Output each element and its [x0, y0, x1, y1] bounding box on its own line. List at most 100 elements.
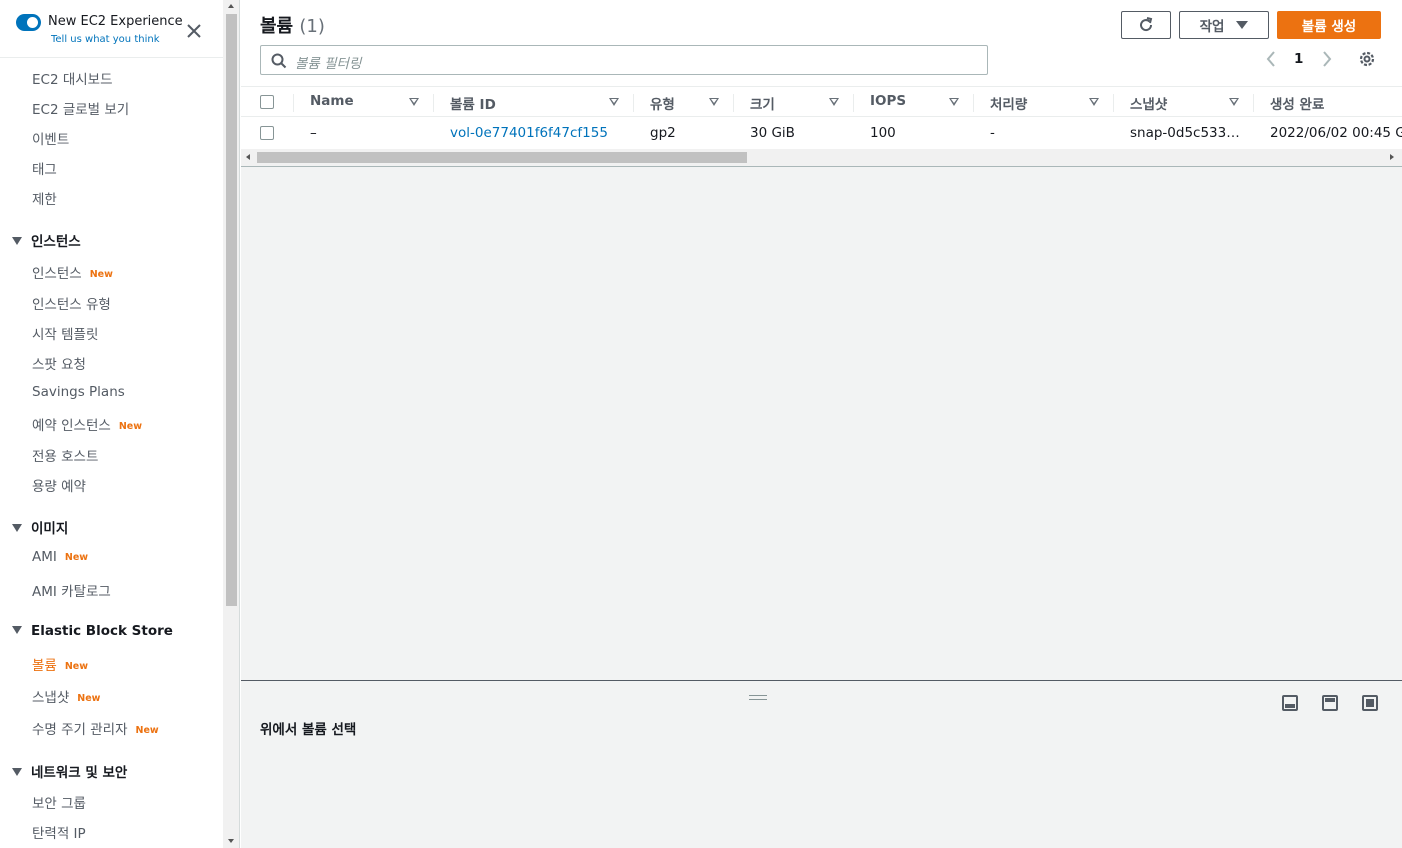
sidebar-item-ami[interactable]: AMI New [32, 549, 88, 565]
cell-throughput: - [990, 125, 995, 141]
ec2-console: New EC2 Experience Tell us what you thin… [0, 0, 1402, 848]
sidebar-item-label: 예약 인스턴스 [32, 418, 111, 434]
gear-icon[interactable] [1357, 49, 1377, 69]
sidebar-item-ec2-global-view[interactable]: EC2 글로벌 보기 [32, 98, 129, 118]
caret-down-icon [12, 237, 22, 245]
actions-dropdown-button[interactable]: 작업 [1179, 11, 1269, 39]
section-label: 이미지 [31, 521, 69, 537]
sidebar-item-instances[interactable]: 인스턴스 New [32, 262, 113, 282]
sort-icon[interactable] [409, 98, 419, 106]
sidebar-item-capacity-reservations[interactable]: 용량 예약 [32, 475, 86, 495]
sidebar-item-events[interactable]: 이벤트 [32, 128, 69, 148]
sidebar-section-images[interactable]: 이미지 [12, 517, 68, 537]
sidebar-item-lifecycle-manager[interactable]: 수명 주기 관리자 New [32, 718, 159, 738]
sidebar-item-tags[interactable]: 태그 [32, 158, 57, 178]
column-header-name[interactable]: Name [294, 87, 434, 118]
split-panel-title: 위에서 볼륨 선택 [260, 722, 357, 738]
icon-fill [1366, 699, 1374, 707]
scroll-right-icon[interactable] [1390, 154, 1394, 160]
sort-icon[interactable] [949, 98, 959, 106]
column-label: Name [310, 93, 354, 109]
column-label: 처리량 [990, 97, 1028, 113]
sidebar-section-ebs[interactable]: Elastic Block Store [12, 623, 173, 639]
select-all-checkbox[interactable] [260, 95, 274, 109]
split-side-icon[interactable] [1322, 695, 1338, 711]
cell-size: 30 GiB [750, 125, 795, 141]
create-volume-button[interactable]: 볼륨 생성 [1277, 11, 1381, 39]
close-icon[interactable] [184, 21, 204, 41]
column-label: 생성 완료 [1270, 97, 1325, 113]
sidebar-item-snapshots[interactable]: 스냅샷 New [32, 686, 100, 706]
sidebar-item-security-groups[interactable]: 보안 그룹 [32, 792, 86, 812]
column-header-created[interactable]: 생성 완료 [1254, 87, 1402, 118]
column-header-volume-id[interactable]: 볼륨 ID [434, 87, 634, 118]
search-input[interactable]: 볼륨 필터링 [260, 45, 988, 75]
column-label: 크기 [750, 97, 775, 113]
sidebar-item-label: 스냅샷 [32, 690, 70, 706]
new-experience-header: New EC2 Experience Tell us what you thin… [0, 0, 223, 58]
page-title-text: 볼륨 [260, 16, 294, 37]
cell-name: – [310, 125, 317, 141]
sidebar-item-elastic-ips[interactable]: 탄력적 IP [32, 822, 86, 842]
sidebar: New EC2 Experience Tell us what you thin… [0, 0, 223, 848]
feedback-link[interactable]: Tell us what you think [51, 34, 160, 45]
new-experience-title: New EC2 Experience [48, 14, 183, 29]
new-experience-toggle[interactable] [16, 14, 41, 31]
sidebar-item-savings-plans[interactable]: Savings Plans [32, 384, 125, 400]
table-row[interactable]: – vol-0e77401f6f47cf155 gp2 30 GiB 100 -… [241, 117, 1402, 149]
select-all-column [241, 87, 294, 118]
cell-volume-id-link[interactable]: vol-0e77401f6f47cf155 [450, 125, 608, 141]
refresh-button[interactable] [1121, 11, 1171, 39]
current-page-number[interactable]: 1 [1294, 51, 1303, 67]
volume-count: (1) [299, 16, 325, 37]
sidebar-item-volumes[interactable]: 볼륨 New [32, 654, 88, 674]
sidebar-item-label: AMI [32, 549, 57, 565]
sidebar-item-spot-requests[interactable]: 스팟 요청 [32, 353, 86, 373]
column-header-throughput[interactable]: 처리량 [974, 87, 1114, 118]
caret-down-icon [12, 626, 22, 634]
sort-icon[interactable] [829, 98, 839, 106]
column-label: IOPS [870, 93, 907, 109]
column-header-size[interactable]: 크기 [734, 87, 854, 118]
column-label: 스냅샷 [1130, 97, 1168, 113]
scroll-up-icon[interactable] [228, 4, 234, 8]
sort-icon[interactable] [1229, 98, 1239, 106]
new-badge: New [64, 661, 89, 672]
split-bottom-icon[interactable] [1282, 695, 1298, 711]
caret-down-icon [12, 524, 22, 532]
scroll-left-icon[interactable] [246, 154, 250, 160]
scroll-down-icon[interactable] [228, 839, 234, 843]
sidebar-item-ami-catalog[interactable]: AMI 카탈로그 [32, 580, 111, 600]
sort-icon[interactable] [709, 98, 719, 106]
sort-icon[interactable] [1089, 98, 1099, 106]
drag-handle-icon[interactable] [749, 695, 767, 701]
sidebar-section-instances[interactable]: 인스턴스 [12, 230, 81, 250]
sidebar-item-dedicated-hosts[interactable]: 전용 호스트 [32, 445, 98, 465]
icon-fill [1325, 698, 1335, 702]
cell-iops: 100 [870, 125, 896, 141]
sidebar-item-ec2-dashboard[interactable]: EC2 대시보드 [32, 68, 113, 88]
caret-down-icon [12, 768, 22, 776]
sidebar-item-reserved-instances[interactable]: 예약 인스턴스 New [32, 414, 142, 434]
icon-fill [1285, 704, 1295, 708]
sidebar-item-instance-types[interactable]: 인스턴스 유형 [32, 293, 111, 313]
sidebar-item-launch-templates[interactable]: 시작 템플릿 [32, 323, 98, 343]
sidebar-item-label: 인스턴스 [32, 266, 82, 282]
column-header-type[interactable]: 유형 [634, 87, 734, 118]
table-header: Name 볼륨 ID 유형 크기 IOPS 처리량 스냅샷 생성 완료 [241, 86, 1402, 117]
sidebar-scrollbar-thumb[interactable] [226, 14, 237, 606]
column-header-snapshot[interactable]: 스냅샷 [1114, 87, 1254, 118]
sort-icon[interactable] [609, 98, 619, 106]
sidebar-scrollbar[interactable] [223, 0, 240, 848]
table-horizontal-scrollbar[interactable] [241, 149, 1402, 166]
sidebar-item-limits[interactable]: 제한 [32, 188, 57, 208]
row-checkbox[interactable] [260, 126, 274, 140]
new-badge: New [118, 421, 142, 432]
chevron-left-icon[interactable] [1265, 50, 1277, 68]
chevron-right-icon[interactable] [1321, 50, 1333, 68]
sidebar-item-label: 볼륨 [32, 658, 57, 674]
column-header-iops[interactable]: IOPS [854, 87, 974, 118]
horizontal-scrollbar-thumb[interactable] [257, 152, 747, 163]
split-fullscreen-icon[interactable] [1362, 695, 1378, 711]
sidebar-section-network-security[interactable]: 네트워크 및 보안 [12, 761, 127, 781]
